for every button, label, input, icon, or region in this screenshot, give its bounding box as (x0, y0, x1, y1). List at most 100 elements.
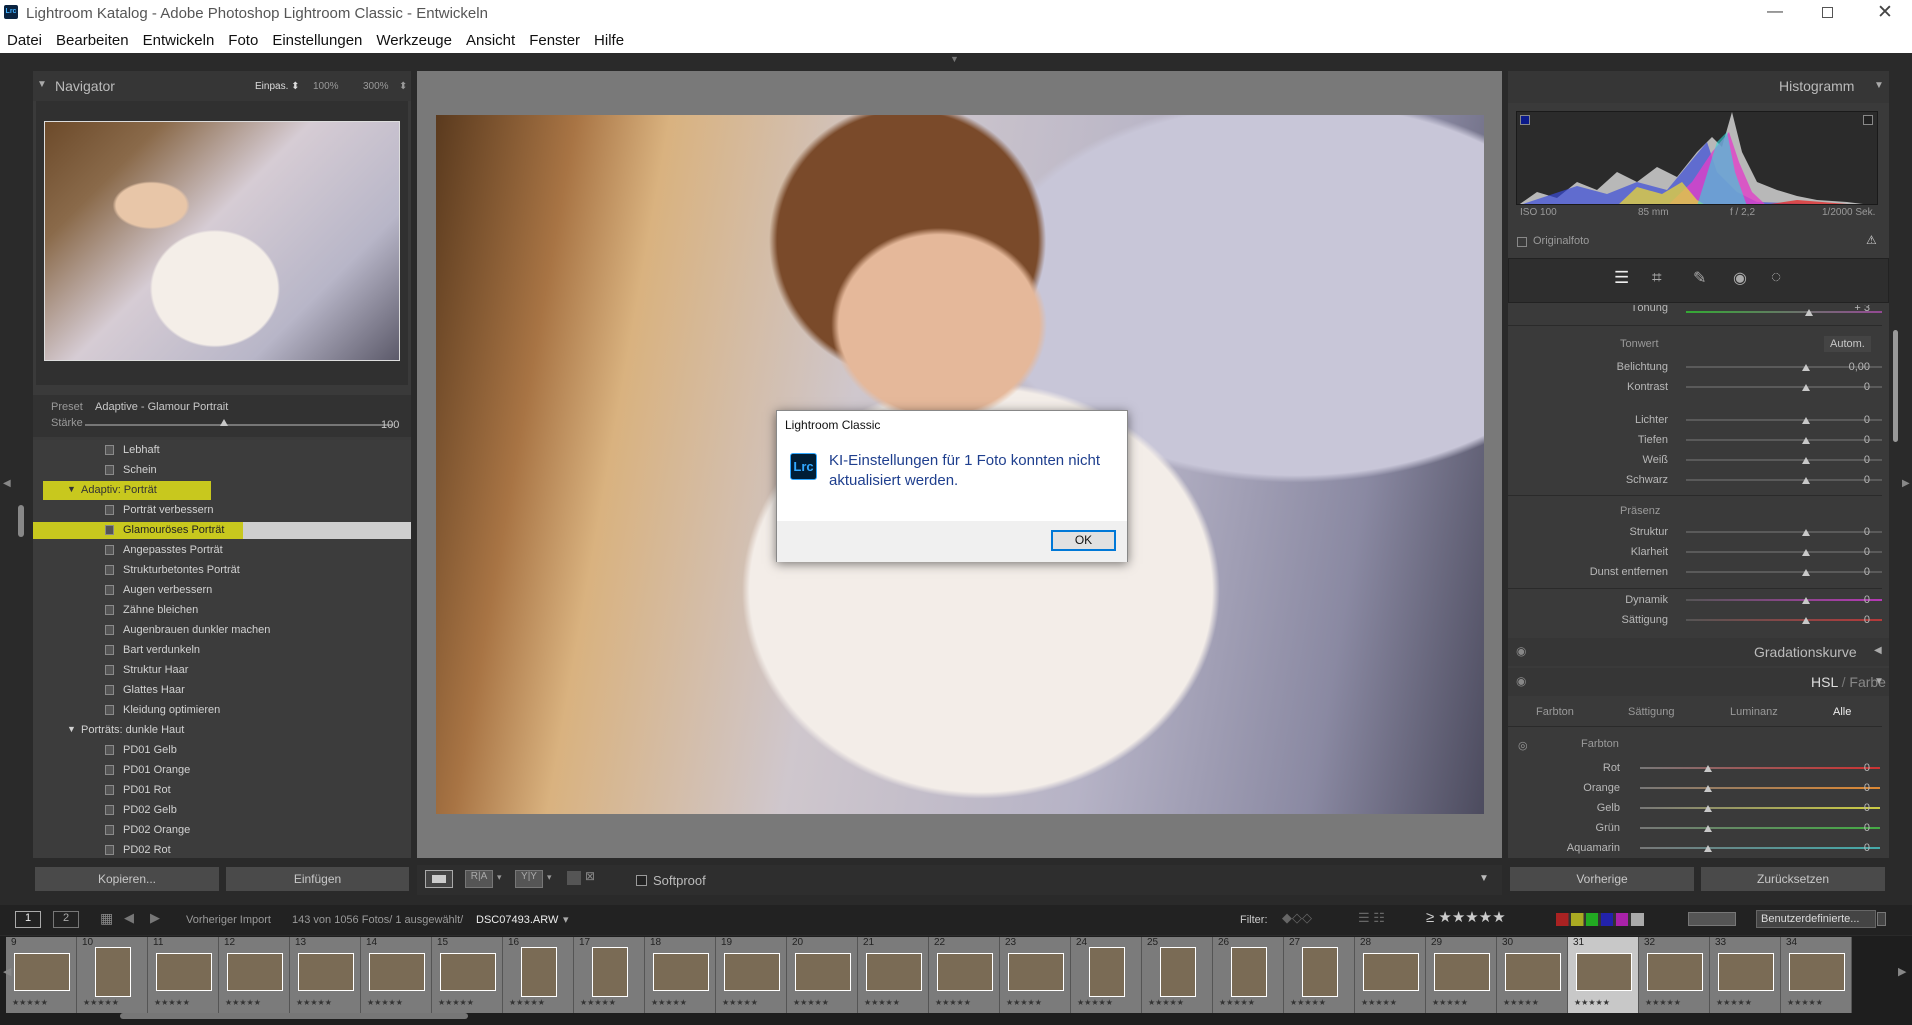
filmstrip-thumbnail[interactable] (1301, 947, 1338, 997)
menu-item[interactable]: Einstellungen (265, 32, 369, 49)
crop-icon[interactable]: ⌗ (1652, 268, 1662, 288)
filmstrip-cell[interactable]: 13 ★★★★★ (290, 937, 361, 1013)
gradation-header[interactable]: ◉ Gradationskurve ◀ (1508, 638, 1889, 666)
loupe-view-icon[interactable] (425, 870, 453, 888)
filmstrip-thumbnail[interactable] (1088, 947, 1125, 997)
navigator-thumbnail[interactable] (44, 121, 400, 361)
histogram-header[interactable]: Histogramm ▼ (1508, 71, 1889, 103)
filmstrip-cell[interactable]: 16 ★★★★★ (503, 937, 574, 1013)
filmstrip-cell[interactable]: 20 ★★★★★ (787, 937, 858, 1013)
slider-knob[interactable] (1802, 457, 1810, 464)
right-panel-toggle-icon[interactable]: ▶ (1902, 478, 1910, 489)
filmstrip-cell[interactable]: 26 ★★★★★ (1213, 937, 1284, 1013)
before-after-icon[interactable]: R|A (465, 870, 493, 888)
preset-item[interactable]: PD02 Orange (105, 824, 190, 836)
auto-button[interactable]: Autom. (1824, 336, 1871, 352)
filmstrip-thumbnail[interactable] (652, 953, 709, 991)
navigator-header[interactable]: ▼ Navigator Einpas. ⬍ 100% 300% ⬍ (33, 71, 411, 101)
paste-button[interactable]: Einfügen (225, 866, 410, 892)
preset-item[interactable]: Glattes Haar (105, 684, 185, 696)
filmstrip-cell[interactable]: 17 ★★★★★ (574, 937, 645, 1013)
slider-knob[interactable] (1802, 597, 1810, 604)
source-label[interactable]: Vorheriger Import (186, 914, 271, 926)
warning-icon[interactable]: ⚠ (1866, 233, 1877, 247)
filmstrip-cell[interactable]: 29 ★★★★★ (1426, 937, 1497, 1013)
preset-item[interactable]: Strukturbetontes Porträt (105, 564, 240, 576)
hsl-tab[interactable]: Alle (1833, 706, 1851, 718)
filmstrip-right-icon[interactable]: ▶ (1898, 965, 1906, 978)
filmstrip-cell[interactable]: 32 ★★★★★ (1639, 937, 1710, 1013)
ok-button[interactable]: OK (1051, 530, 1116, 551)
preset-item[interactable]: PD01 Rot (105, 784, 171, 796)
filmstrip-cell[interactable]: 10 ★★★★★ (77, 937, 148, 1013)
toolbar-menu-icon[interactable]: ▼ (1479, 873, 1489, 884)
strength-slider-knob[interactable] (220, 419, 228, 426)
eye-icon[interactable]: ◉ (1516, 674, 1526, 688)
forward-arrow-icon[interactable]: ▶ (150, 910, 160, 926)
toning-knob[interactable] (1805, 309, 1813, 316)
hsl-slider-knob[interactable] (1704, 845, 1712, 852)
color-label-filter[interactable] (1556, 913, 1644, 926)
filmstrip-thumbnail[interactable] (1717, 953, 1774, 991)
slider-knob[interactable] (1802, 617, 1810, 624)
left-scrollbar[interactable] (18, 505, 24, 537)
filmstrip-cell[interactable]: 21 ★★★★★ (858, 937, 929, 1013)
previous-button[interactable]: Vorherige (1509, 866, 1695, 892)
filmstrip-thumbnail[interactable] (13, 953, 70, 991)
preset-item[interactable]: Schein (105, 464, 157, 476)
filmstrip-cell[interactable]: 27 ★★★★★ (1284, 937, 1355, 1013)
filmstrip-cell[interactable]: 28 ★★★★★ (1355, 937, 1426, 1013)
histogram-chart[interactable] (1516, 111, 1878, 205)
filmstrip-thumbnail[interactable] (794, 953, 851, 991)
filmstrip-thumbnail[interactable] (297, 953, 354, 991)
reset-button[interactable]: Zurücksetzen (1700, 866, 1886, 892)
filmstrip-cell[interactable]: 24 ★★★★★ (1071, 937, 1142, 1013)
filmstrip-cell[interactable]: 23 ★★★★★ (1000, 937, 1071, 1013)
preset-item[interactable]: Porträt verbessern (105, 504, 213, 516)
softproof-checkbox[interactable] (636, 875, 647, 886)
filmstrip-cell[interactable]: 33 ★★★★★ (1710, 937, 1781, 1013)
filmstrip-thumbnail[interactable] (226, 953, 283, 991)
filmstrip-thumbnail[interactable] (1159, 947, 1196, 997)
filmstrip-cell[interactable]: 11 ★★★★★ (148, 937, 219, 1013)
filmstrip-scrollbar[interactable] (120, 1013, 468, 1019)
filmstrip-cell[interactable]: 31 ★★★★★ (1568, 937, 1639, 1013)
preset-item[interactable]: Struktur Haar (105, 664, 188, 676)
filmstrip-cell[interactable]: 15 ★★★★★ (432, 937, 503, 1013)
slider-knob[interactable] (1802, 549, 1810, 556)
slider-knob[interactable] (1802, 569, 1810, 576)
preset-group[interactable]: ▼ Porträts: dunkle Haut (67, 724, 184, 736)
hsl-header[interactable]: ◉ HSL / Farbe ▼ (1508, 668, 1889, 696)
preset-item[interactable]: Augenbrauen dunkler machen (105, 624, 270, 636)
preset-item[interactable]: Angepasstes Porträt (105, 544, 223, 556)
swap-menu-icon[interactable]: ▾ (547, 872, 552, 883)
copy-button[interactable]: Kopieren... (34, 866, 220, 892)
preset-item[interactable]: Zähne bleichen (105, 604, 198, 616)
filmstrip-thumbnail[interactable] (439, 953, 496, 991)
hsl-slider-knob[interactable] (1704, 825, 1712, 832)
view-toggle-icons[interactable] (1688, 912, 1736, 926)
slider-knob[interactable] (1802, 417, 1810, 424)
filmstrip-thumbnail[interactable] (865, 953, 922, 991)
hsl-slider-knob[interactable] (1704, 805, 1712, 812)
preset-item[interactable]: PD01 Orange (105, 764, 190, 776)
page-2-button[interactable]: 2 (53, 911, 79, 928)
masking-icon[interactable]: ◌ (1771, 267, 1781, 287)
preset-item[interactable]: Glamouröses Porträt (105, 524, 224, 536)
filmstrip-thumbnail[interactable] (155, 953, 212, 991)
custom-filter-select[interactable]: Benutzerdefinierte... (1756, 910, 1876, 928)
slider-knob[interactable] (1802, 529, 1810, 536)
grid-icon[interactable]: ▦ (100, 910, 113, 927)
filmstrip-thumbnail[interactable] (723, 953, 780, 991)
filmstrip-thumbnail[interactable] (936, 953, 993, 991)
filmstrip-cell[interactable]: 30 ★★★★★ (1497, 937, 1568, 1013)
slider-knob[interactable] (1802, 384, 1810, 391)
hsl-tab[interactable]: Sättigung (1628, 706, 1674, 718)
red-eye-icon[interactable]: ◉ (1733, 268, 1747, 288)
filmstrip-thumbnail[interactable] (1504, 953, 1561, 991)
filmstrip-cell[interactable]: 12 ★★★★★ (219, 937, 290, 1013)
filmstrip-thumbnail[interactable] (1646, 953, 1703, 991)
flag-filter-icons[interactable]: ◆◇◇ (1282, 910, 1312, 926)
menu-item[interactable]: Fenster (522, 32, 587, 49)
filmstrip-thumbnail[interactable] (1007, 953, 1064, 991)
